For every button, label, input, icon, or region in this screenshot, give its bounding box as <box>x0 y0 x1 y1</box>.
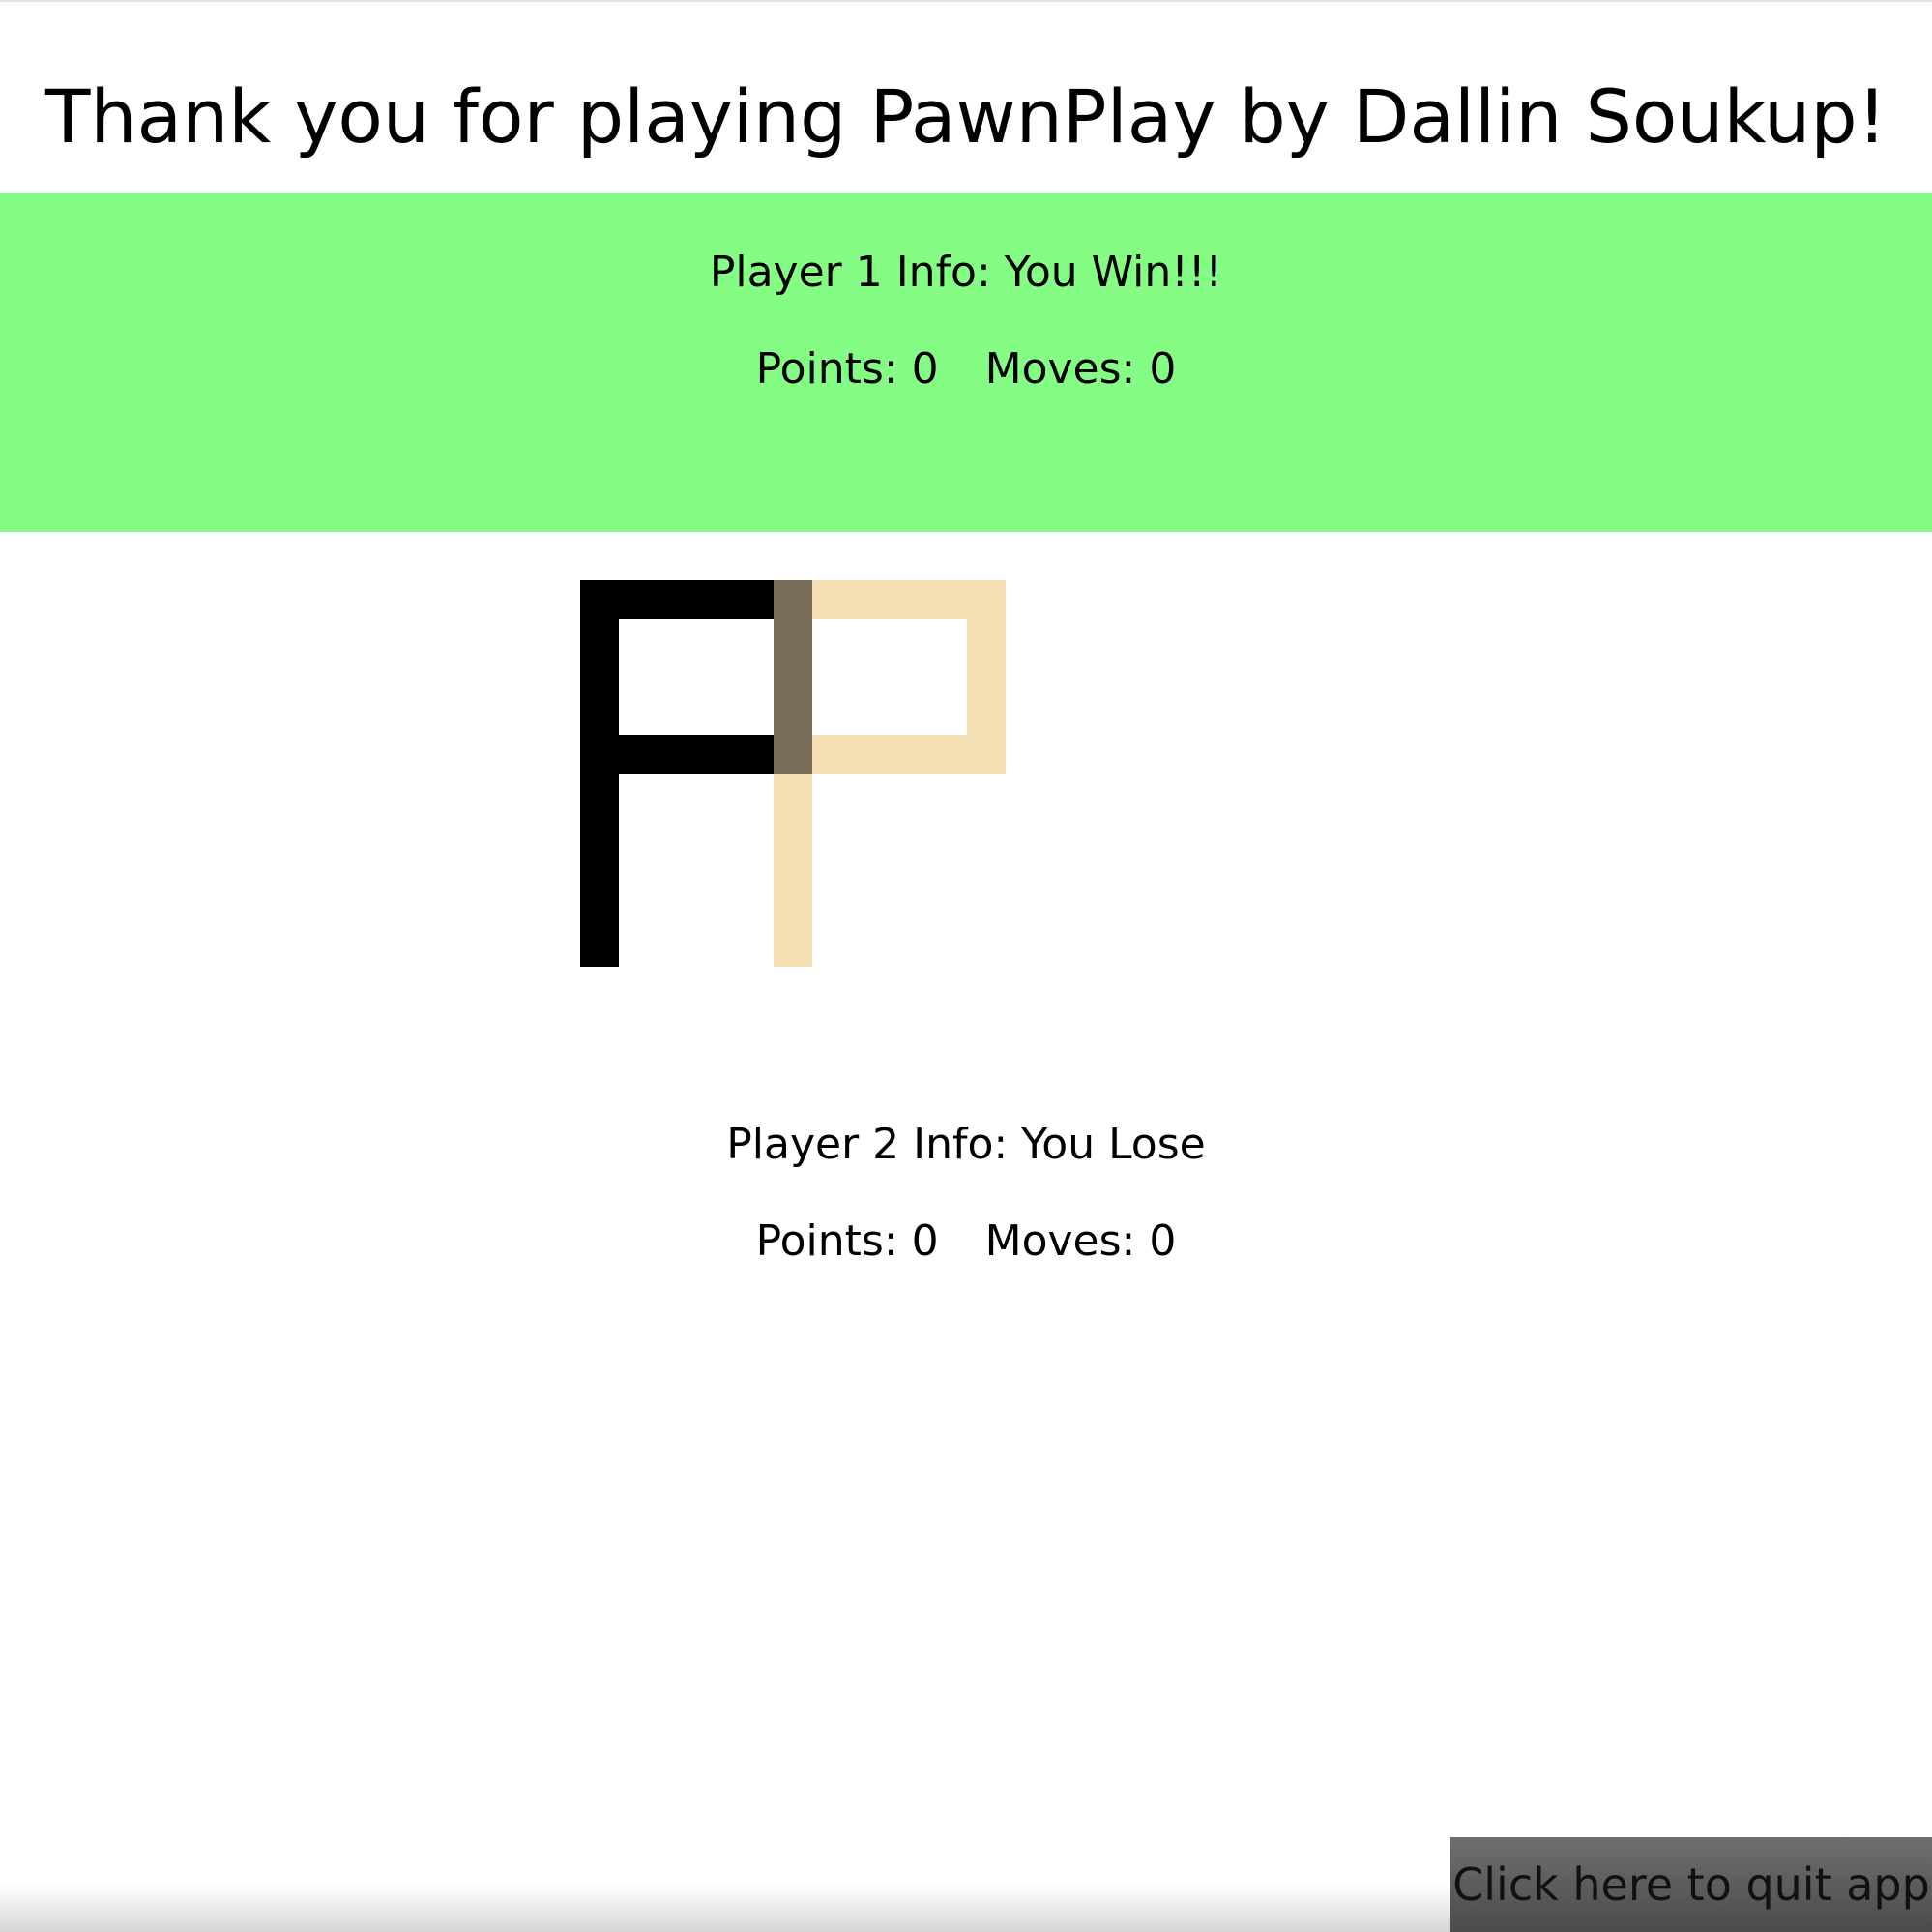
overlap-cell <box>774 580 812 774</box>
player1-points: Points: 0 <box>755 344 939 394</box>
player2-panel: Player 2 Info: You Lose Points: 0 Moves: … <box>0 1064 1932 1305</box>
player1-moves: Moves: 0 <box>984 344 1177 394</box>
player1-stats: Points: 0 Moves: 0 <box>0 338 1932 400</box>
board-canvas <box>580 580 1006 967</box>
top-border <box>0 0 1932 2</box>
player2-stats: Points: 0 Moves: 0 <box>0 1211 1932 1273</box>
quit-app-button[interactable]: Click here to quit app <box>1450 1837 1932 1932</box>
player2-moves: Moves: 0 <box>984 1216 1177 1266</box>
player2-info: Player 2 Info: You Lose <box>726 1120 1206 1169</box>
bottom-shadow <box>0 1884 1450 1932</box>
player1-panel: Player 1 Info: You Win!!! Points: 0 Moves… <box>0 193 1932 532</box>
player1-piece <box>580 580 774 967</box>
player2-points: Points: 0 <box>755 1216 939 1266</box>
player1-info: Player 1 Info: You Win!!! <box>709 248 1223 297</box>
page-title: Thank you for playing PawnPlay by Dallin… <box>44 73 1888 160</box>
game-board[interactable] <box>580 580 1006 967</box>
